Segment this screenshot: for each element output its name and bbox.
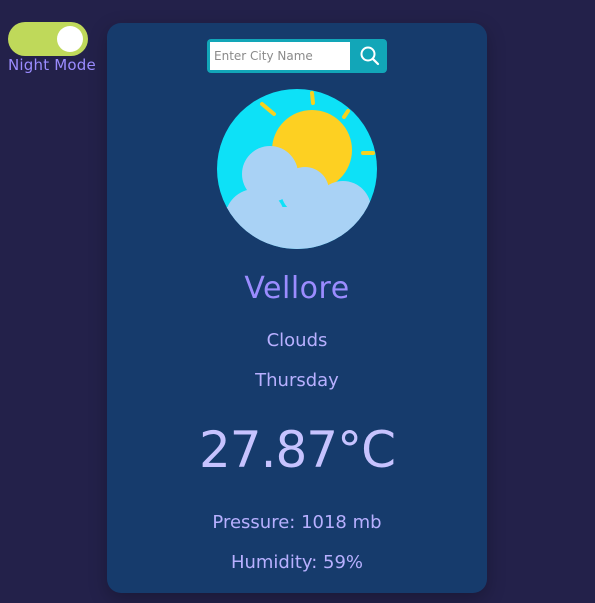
night-mode-label: Night Mode	[8, 56, 96, 74]
night-mode-toggle[interactable]	[8, 22, 88, 56]
toggle-knob	[57, 26, 83, 52]
weather-card: Vellore Clouds Thursday 27.87°C Pressure…	[107, 23, 487, 593]
weather-description: Clouds	[266, 330, 328, 351]
search-icon	[360, 46, 380, 66]
pressure-reading: Pressure: 1018 mb	[212, 512, 382, 533]
day-of-week: Thursday	[255, 370, 339, 391]
search-button[interactable]	[353, 39, 387, 73]
sun-behind-cloud-icon	[217, 89, 377, 249]
city-search-input[interactable]	[210, 42, 350, 70]
city-name: Vellore	[244, 271, 350, 306]
temperature: 27.87°C	[198, 421, 396, 479]
humidity-reading: Humidity: 59%	[230, 552, 364, 573]
city-search-bar	[207, 39, 387, 73]
